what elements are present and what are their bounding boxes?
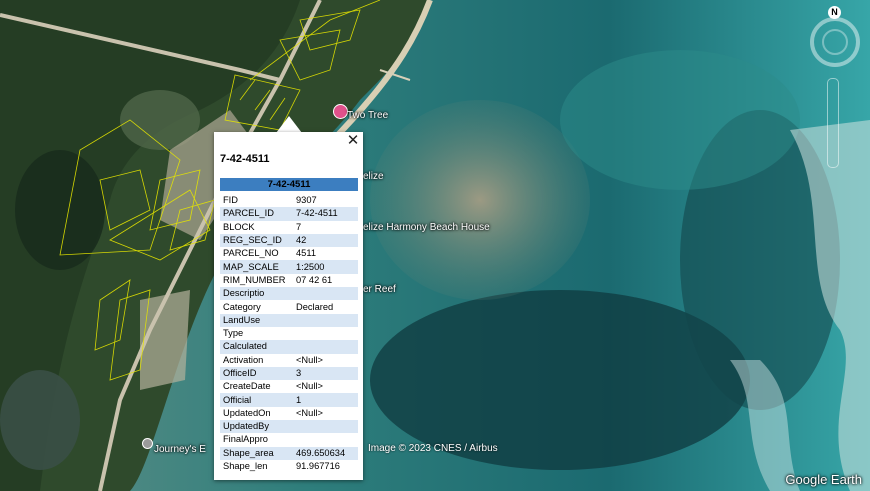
attribute-row: Shape_len 91.967716 [220,460,358,473]
attribute-row: PARCEL_NO 4511 [220,247,358,260]
gray-pin-icon[interactable] [142,438,153,449]
attribute-value: 7 [296,221,302,232]
attribute-value: 1:2500 [293,260,358,274]
attribute-row: Descriptio [220,287,358,301]
attribute-key: PARCEL_NO [223,248,279,259]
attribute-key: UpdatedOn [223,407,271,418]
attribute-value: 91.967716 [296,461,340,472]
attribute-value: <Null> [296,354,323,365]
place-label-belize[interactable]: elize [363,171,384,182]
place-label-harmony-beach-house[interactable]: elize Harmony Beach House [363,222,490,233]
attribute-value [293,327,358,340]
attribute-key: REG_SEC_ID [220,233,293,248]
attribute-row: UpdatedOn <Null> [220,407,358,420]
zoom-slider[interactable] [827,78,839,168]
attribute-row: REG_SEC_ID 42 [220,233,358,248]
attribute-key: FID [223,195,238,206]
place-label-journeys-end[interactable]: Journey's E [154,444,206,455]
attribute-key: OfficeID [220,366,293,381]
attribute-row: Category Declared [220,300,358,313]
attribute-value: 1 [293,393,358,407]
attribute-key: Descriptio [220,287,293,301]
attribute-value: 42 [293,233,358,248]
attribute-value: 7-42-4511 [293,207,358,221]
attribute-key: Type [223,328,244,339]
attribute-key: Shape_len [223,461,268,472]
north-indicator[interactable]: N [828,6,841,19]
popup-title: 7-42-4511 [220,153,270,165]
imagery-attribution: Image © 2023 CNES / Airbus [368,443,498,454]
satellite-map[interactable]: Two Tree elize elize Harmony Beach House… [0,0,870,491]
navigation-control[interactable]: N [808,6,862,68]
attribute-value: 07 42 61 [296,274,333,285]
attribute-key: RIM_NUMBER [223,274,286,285]
attribute-value: <Null> [296,381,323,392]
attribute-row: UpdatedBy [220,420,358,434]
attribute-row: Activation <Null> [220,354,358,367]
attribute-key: Official [220,393,293,407]
attribute-row: PARCEL_ID 7-42-4511 [220,207,358,221]
attribute-row: BLOCK 7 [220,221,358,234]
attribute-key: Shape_area [220,446,293,460]
attribute-key: Category [223,301,261,312]
close-icon[interactable]: ✕ [346,133,360,148]
attribute-row: Type [220,327,358,340]
attribute-value [293,340,358,354]
attribute-key: MAP_SCALE [220,260,293,274]
attribute-value: 4511 [296,248,316,259]
attribute-row: LandUse [220,313,358,327]
attribute-value: 9307 [296,195,317,206]
attribute-row: MAP_SCALE 1:2500 [220,260,358,274]
attribute-key: PARCEL_ID [220,207,293,221]
attribute-value [293,313,358,327]
attribute-row: FinalAppro [220,433,358,446]
attribute-key: LandUse [220,313,293,327]
place-label-two-tree[interactable]: Two Tree [347,110,388,121]
attribute-row: Shape_area 469.650634 [220,446,358,460]
attribute-row: OfficeID 3 [220,366,358,381]
attribute-value [293,420,358,434]
attribute-row: CreateDate <Null> [220,380,358,393]
attribute-key: UpdatedBy [220,420,293,434]
attribute-row: FID 9307 [220,194,358,207]
attribute-key: Calculated [220,340,293,354]
attribute-key: FinalAppro [223,434,268,445]
attribute-row: RIM_NUMBER 07 42 61 [220,274,358,287]
attribute-key: BLOCK [223,221,255,232]
attribute-value: Declared [296,301,334,312]
attribute-value: 469.650634 [293,446,358,460]
attribute-value: <Null> [296,407,323,418]
attribute-value: 3 [293,366,358,381]
pink-pin-icon[interactable] [333,104,348,119]
attribute-table: FID 9307 PARCEL_ID 7-42-4511 BLOCK 7 REG_SEC_I… [220,194,358,473]
attribute-key: CreateDate [223,381,271,392]
attribute-key: Activation [223,354,264,365]
attribute-value [293,287,358,301]
satellite-imagery [0,0,870,491]
google-earth-logo: Google Earth [785,472,862,487]
attribute-row: Calculated [220,340,358,354]
parcel-info-popup: ✕ 7-42-4511 7-42-4511 FID 9307 PARCEL_ID 7-… [214,132,363,480]
popup-pointer [276,116,302,133]
attribute-row: Official 1 [220,393,358,407]
place-label-reef[interactable]: er Reef [363,284,396,295]
attribute-value [293,433,358,446]
popup-table-header: 7-42-4511 [220,178,358,191]
